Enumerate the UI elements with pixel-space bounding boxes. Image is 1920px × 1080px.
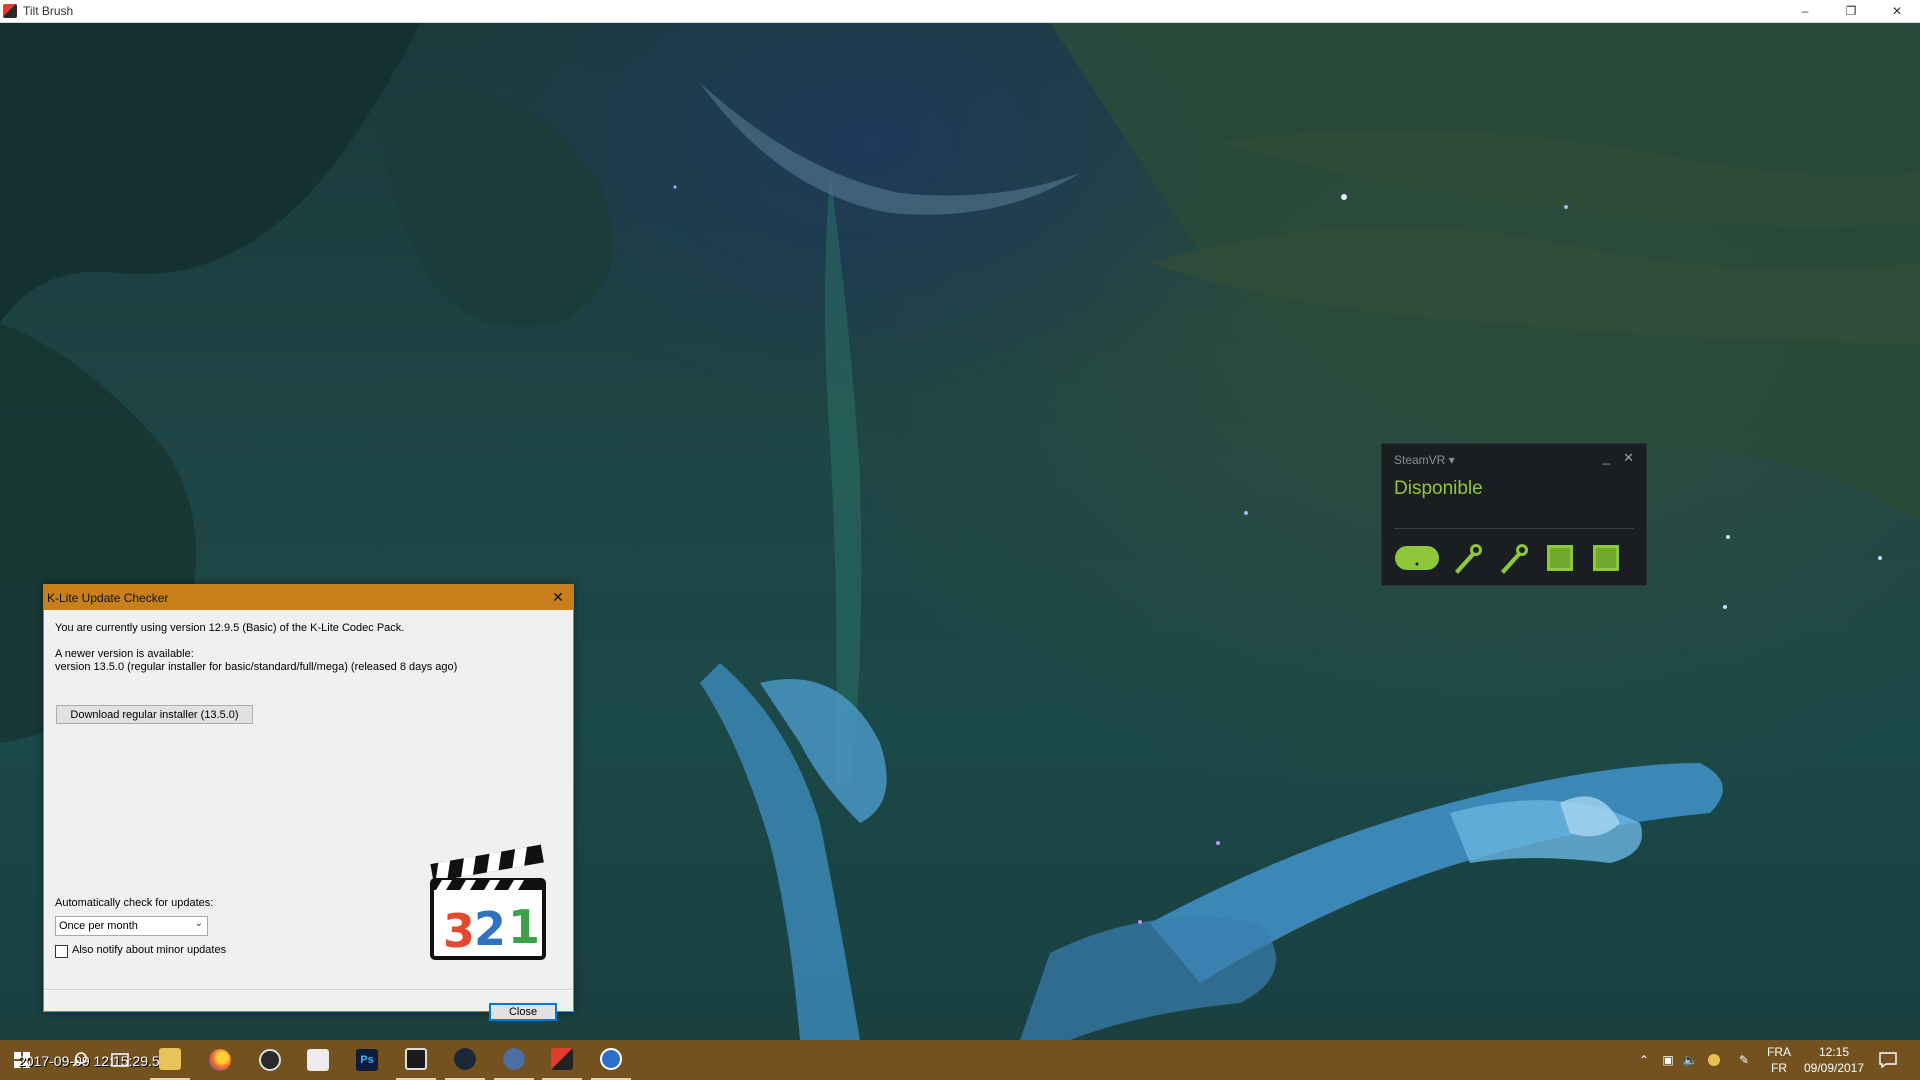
- chevron-up-icon[interactable]: ⌃: [1636, 1052, 1652, 1068]
- close-icon[interactable]: ✕: [549, 588, 567, 606]
- controller-icon[interactable]: [1450, 541, 1486, 575]
- steamvr-close-icon[interactable]: ✕: [1623, 450, 1634, 466]
- download-installer-button[interactable]: Download regular installer (13.5.0): [56, 705, 253, 724]
- search-icon[interactable]: [60, 1040, 100, 1080]
- logo-digit-3: 3: [443, 904, 475, 958]
- file-explorer-icon[interactable]: [150, 1040, 190, 1080]
- tilt-brush-icon[interactable]: [542, 1040, 582, 1080]
- dialog-body: You are currently using version 12.9.5 (…: [44, 610, 573, 1021]
- close-button[interactable]: Close: [489, 1003, 557, 1021]
- klite-logo: 3 2 1: [426, 840, 556, 968]
- clock-date: 09/09/2017: [1803, 1061, 1865, 1075]
- app-title: Tilt Brush: [23, 4, 74, 18]
- headset-icon[interactable]: [1394, 541, 1440, 575]
- clock-time: 12:15: [1818, 1045, 1850, 1059]
- steamvr-menu[interactable]: SteamVR ▾: [1394, 453, 1455, 467]
- media-icon[interactable]: [396, 1040, 436, 1080]
- clapperboard-icon: 3 2 1: [430, 844, 546, 960]
- language-code: FRA: [1767, 1045, 1791, 1059]
- dialog-titlebar: K-Lite Update Checker ✕: [44, 585, 573, 610]
- steamvr-minimize-icon[interactable]: _: [1603, 450, 1610, 465]
- system-clock[interactable]: 12:15 09/09/2017: [1802, 1044, 1866, 1076]
- pen-icon[interactable]: ✎: [1736, 1052, 1752, 1068]
- restore-icon[interactable]: ❐: [1828, 0, 1874, 22]
- tilt-brush-app-icon: [3, 4, 17, 18]
- minor-updates-checkbox[interactable]: [55, 945, 68, 958]
- controller-icon[interactable]: [1496, 541, 1532, 575]
- task-view-icon[interactable]: [100, 1040, 140, 1080]
- update-frequency-value: Once per month: [59, 920, 138, 932]
- sculpt-app-icon[interactable]: [298, 1040, 338, 1080]
- steam-icon[interactable]: [445, 1040, 485, 1080]
- app-titlebar: Tilt Brush – ❐ ✕: [0, 0, 1920, 23]
- update-frequency-select[interactable]: Once per month ⌄: [55, 916, 208, 936]
- base-station-icon[interactable]: [1542, 541, 1578, 575]
- current-version-text: You are currently using version 12.9.5 (…: [55, 622, 405, 634]
- window-controls: – ❐ ✕: [1782, 0, 1920, 22]
- volume-icon[interactable]: 🔈: [1682, 1052, 1698, 1068]
- auto-check-label: Automatically check for updates:: [55, 897, 214, 909]
- dialog-title: K-Lite Update Checker: [47, 590, 169, 605]
- newer-available-text: A newer version is available:: [55, 648, 194, 660]
- vr-app-icon[interactable]: [494, 1040, 534, 1080]
- klite-update-dialog: K-Lite Update Checker ✕ You are currentl…: [43, 584, 574, 1021]
- minor-updates-label: Also notify about minor updates: [72, 944, 227, 956]
- steamvr-device-row: [1394, 541, 1624, 575]
- network-icon[interactable]: ▣: [1660, 1052, 1676, 1068]
- minimize-icon[interactable]: –: [1782, 0, 1828, 22]
- app-tray-icon[interactable]: [1706, 1052, 1722, 1068]
- base-station-icon[interactable]: [1588, 541, 1624, 575]
- chevron-down-icon: ⌄: [194, 918, 203, 929]
- newer-version-text: version 13.5.0 (regular installer for ba…: [55, 661, 458, 673]
- steamvr-window: SteamVR ▾ _ ✕ Disponible: [1381, 443, 1647, 586]
- divider: [44, 989, 573, 991]
- compass-app-icon[interactable]: [591, 1040, 631, 1080]
- steamvr-status: Disponible: [1394, 478, 1483, 499]
- divider: [1394, 528, 1634, 529]
- input-language[interactable]: FRA FR: [1767, 1044, 1791, 1076]
- logo-digit-1: 1: [508, 900, 540, 954]
- taskbar: 2017-09-09 12:15:29.50 Ps ⌃ ▣ 🔈 ✎ FRA FR…: [0, 1040, 1920, 1080]
- notification-icon[interactable]: [1878, 1050, 1898, 1070]
- keyboard-layout: FR: [1771, 1061, 1787, 1075]
- photoshop-icon[interactable]: Ps: [347, 1040, 387, 1080]
- firefox-icon[interactable]: [200, 1040, 240, 1080]
- close-icon[interactable]: ✕: [1874, 0, 1920, 22]
- logo-digit-2: 2: [474, 902, 506, 956]
- steam-client-icon[interactable]: [250, 1040, 290, 1080]
